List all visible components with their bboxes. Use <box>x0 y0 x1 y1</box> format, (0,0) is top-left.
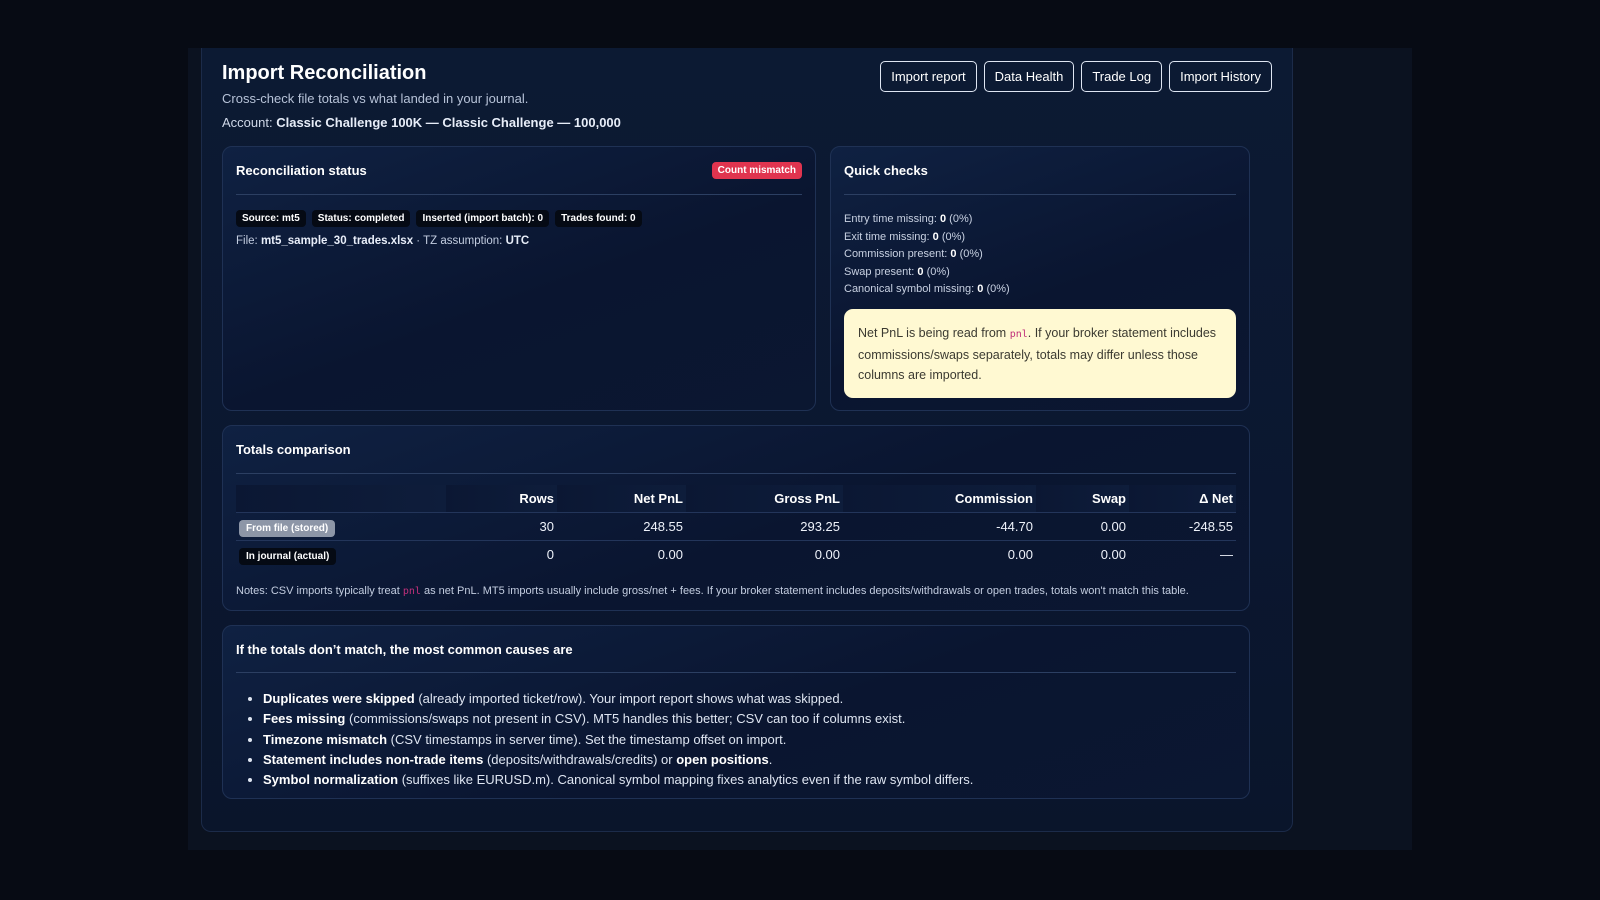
pnl-note: Net PnL is being read from pnl. If your … <box>844 309 1236 398</box>
top-nav: Import report Data Health Trade Log Impo… <box>880 61 1272 92</box>
card-title: Totals comparison <box>236 442 351 457</box>
col-rows: Rows <box>446 485 557 512</box>
trades-found-pill: Trades found: 0 <box>555 210 642 227</box>
import-report-button[interactable]: Import report <box>880 61 977 92</box>
inserted-pill: Inserted (import batch): 0 <box>416 210 550 227</box>
card-title: Reconciliation status <box>236 163 367 178</box>
table-header-row: Rows Net PnL Gross PnL Commission Swap Δ… <box>236 485 1236 512</box>
pnl-code: pnl <box>1009 329 1028 340</box>
col-swap: Swap <box>1036 485 1129 512</box>
check-entry-time: Entry time missing: 0 (0%) <box>844 213 973 225</box>
check-canonical-symbol: Canonical symbol missing: 0 (0%) <box>844 283 1010 295</box>
card-header: Reconciliation status Count mismatch <box>236 147 802 195</box>
list-item: Fees missing (commissions/swaps not pres… <box>263 709 973 729</box>
page-subtitle: Cross-check file totals vs what landed i… <box>222 91 529 106</box>
cell-commission: 0.00 <box>843 539 1036 568</box>
data-health-button[interactable]: Data Health <box>983 61 1075 92</box>
col-gross-pnl: Gross PnL <box>686 485 843 512</box>
col-label <box>236 485 446 512</box>
pnl-code: pnl <box>402 586 421 597</box>
cell-gross-pnl: 293.25 <box>686 511 843 540</box>
totals-table: Rows Net PnL Gross PnL Commission Swap Δ… <box>236 485 1236 568</box>
list-item: Duplicates were skipped (already importe… <box>263 689 973 709</box>
quick-checks-list: Entry time missing: 0 (0%) Exit time mis… <box>844 211 1010 299</box>
cell-delta-net: -248.55 <box>1129 511 1236 540</box>
cell-commission: -44.70 <box>843 511 1036 540</box>
account-value: Classic Challenge 100K — Classic Challen… <box>276 115 621 130</box>
file-name: mt5_sample_30_trades.xlsx <box>260 235 414 247</box>
reconciliation-status-card: Reconciliation status Count mismatch Sou… <box>222 146 816 411</box>
cell-net-pnl: 0.00 <box>557 539 686 568</box>
card-header: If the totals don’t match, the most comm… <box>236 626 1236 673</box>
row-label-journal: In journal (actual) <box>239 547 337 565</box>
check-exit-time: Exit time missing: 0 (0%) <box>844 230 966 243</box>
card-header: Quick checks <box>844 147 1236 195</box>
list-item: Timezone mismatch (CSV timestamps in ser… <box>263 730 973 750</box>
status-pills: Source: mt5 Status: completed Inserted (… <box>236 210 642 227</box>
card-header: Totals comparison <box>236 426 1236 474</box>
totals-notes: Notes: CSV imports typically treat pnl a… <box>236 585 1189 597</box>
common-causes-card: If the totals don’t match, the most comm… <box>222 625 1250 799</box>
cell-swap: 0.00 <box>1036 539 1129 568</box>
row-label-file: From file (stored) <box>239 519 336 537</box>
source-pill: Source: mt5 <box>236 210 306 227</box>
card-title: Quick checks <box>844 163 928 178</box>
col-delta-net: Δ Net <box>1129 485 1236 512</box>
causes-list: Duplicates were skipped (already importe… <box>263 689 973 790</box>
check-swap: Swap present: 0 (0%) <box>844 265 950 278</box>
tz-value: UTC <box>505 235 530 247</box>
tz-label: · TZ assumption: <box>416 235 503 247</box>
account-line: Account: Classic Challenge 100K — Classi… <box>222 115 621 130</box>
table-row: From file (stored) 30 248.55 293.25 -44.… <box>236 511 1236 540</box>
status-pill: Status: completed <box>311 210 411 227</box>
quick-checks-card: Quick checks Entry time missing: 0 (0%) … <box>830 146 1250 411</box>
cell-gross-pnl: 0.00 <box>686 539 843 568</box>
cell-delta-net: — <box>1129 539 1236 568</box>
file-info: File: mt5_sample_30_trades.xlsx · TZ ass… <box>236 235 529 247</box>
page-title: Import Reconciliation <box>222 62 427 84</box>
main-panel: Import Reconciliation Cross-check file t… <box>201 48 1293 832</box>
card-title: If the totals don’t match, the most comm… <box>236 641 573 657</box>
cell-rows: 0 <box>446 539 557 568</box>
col-net-pnl: Net PnL <box>557 485 686 512</box>
account-label: Account: <box>222 115 273 130</box>
totals-comparison-card: Totals comparison Rows Net PnL Gross PnL… <box>222 425 1250 611</box>
trade-log-button[interactable]: Trade Log <box>1081 61 1163 92</box>
cell-net-pnl: 248.55 <box>557 511 686 540</box>
status-badge: Count mismatch <box>711 162 802 179</box>
cell-swap: 0.00 <box>1036 511 1129 540</box>
col-commission: Commission <box>843 485 1036 512</box>
check-commission: Commission present: 0 (0%) <box>844 248 983 260</box>
list-item: Symbol normalization (suffixes like EURU… <box>263 770 973 790</box>
file-label: File: <box>236 235 258 247</box>
list-item: Statement includes non-trade items (depo… <box>263 750 973 770</box>
table-row: In journal (actual) 0 0.00 0.00 0.00 0.0… <box>236 539 1236 568</box>
cell-rows: 30 <box>446 511 557 540</box>
import-history-button[interactable]: Import History <box>1169 61 1272 92</box>
